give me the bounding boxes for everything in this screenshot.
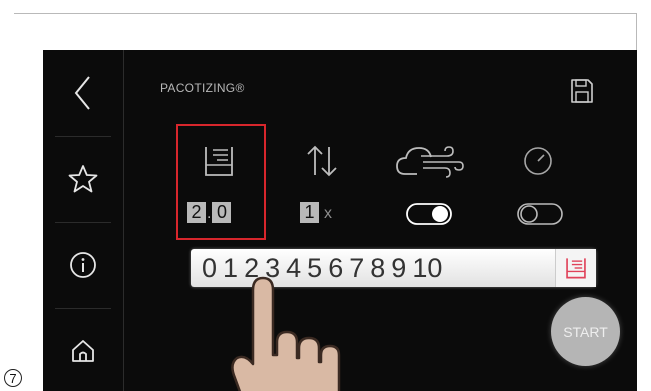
touch-screen: PACOTIZING® 2.0 1x 0 1 2 3 4 5 6 7 8 9 1… xyxy=(43,50,637,391)
repeat-setting-icon-wrap[interactable] xyxy=(304,143,340,184)
selector-depth-icon-box[interactable] xyxy=(555,249,596,287)
depth-setting-icon-wrap[interactable] xyxy=(203,145,235,182)
repeat-count: 1 xyxy=(300,202,319,223)
floppy-disk-icon xyxy=(571,79,593,103)
step-number-badge: 7 xyxy=(4,369,22,387)
layer-depth-icon xyxy=(566,258,586,279)
star-icon xyxy=(68,165,98,193)
air-setting-icon-wrap[interactable] xyxy=(395,144,465,183)
decimal-point: . xyxy=(207,205,212,222)
repeat-value[interactable]: 1x xyxy=(300,202,332,223)
page-title: PACOTIZING® xyxy=(160,81,245,95)
toggle-on-icon xyxy=(406,203,452,225)
info-icon xyxy=(70,252,96,278)
depth-digit: 2 xyxy=(187,202,206,223)
layer-depth-icon xyxy=(205,147,233,176)
repeat-suffix: x xyxy=(324,205,332,222)
back-button[interactable] xyxy=(43,50,123,136)
gauge-icon xyxy=(524,147,552,175)
depth-digit: 0 xyxy=(212,202,232,223)
start-button[interactable]: START xyxy=(551,297,620,366)
cloud-wind-icon xyxy=(396,146,464,178)
speed-toggle[interactable] xyxy=(517,203,563,230)
home-button[interactable] xyxy=(43,308,123,391)
pointing-hand-icon xyxy=(231,276,341,391)
chevron-left-icon xyxy=(74,76,90,110)
home-icon xyxy=(72,340,94,362)
selector-digit[interactable]: 10 xyxy=(409,253,445,284)
up-down-arrows-icon xyxy=(307,145,337,177)
save-button[interactable] xyxy=(570,78,594,109)
favorites-button[interactable] xyxy=(43,136,123,222)
info-button[interactable] xyxy=(43,222,123,308)
depth-value[interactable]: 2.0 xyxy=(187,202,232,223)
air-toggle[interactable] xyxy=(406,203,452,230)
toggle-off-icon xyxy=(517,203,563,225)
sidebar xyxy=(43,50,124,391)
speed-setting-icon-wrap[interactable] xyxy=(523,146,553,181)
